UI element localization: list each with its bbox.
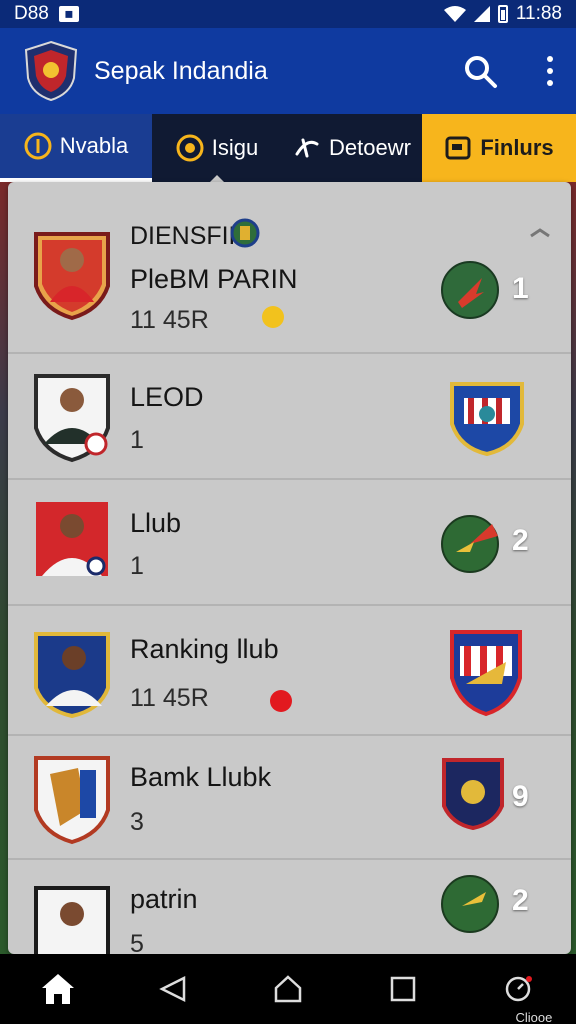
player-avatar-icon	[34, 232, 110, 321]
player-stat: 3	[130, 808, 144, 836]
player-name: LEOD	[130, 382, 204, 412]
chevron-down-icon[interactable]	[529, 226, 551, 240]
recents-button[interactable]	[383, 969, 423, 1009]
nav-label: Cliooe	[515, 1010, 553, 1024]
rank-number: 2	[512, 524, 529, 557]
player-avatar-icon	[34, 374, 110, 463]
tab-nvabla[interactable]: Nvabla	[0, 114, 152, 182]
player-avatar-icon	[36, 502, 108, 576]
player-name: patrin	[130, 884, 198, 914]
tab-icon-isigu	[176, 134, 204, 162]
player-stat: 1	[130, 426, 144, 454]
tab-icon-nvabla	[24, 132, 52, 160]
home-nav-button[interactable]	[268, 969, 308, 1009]
list-item[interactable]: Llub 1 2	[8, 480, 571, 606]
club-badge-icon	[441, 875, 499, 933]
club-badge-icon	[441, 515, 499, 573]
app-bar: Sepak Indandia	[0, 28, 576, 114]
recents-icon	[390, 976, 416, 1002]
tab-finlurs[interactable]: Finlurs	[422, 114, 576, 182]
club-logo-icon	[24, 40, 78, 102]
list-item[interactable]: DIENSFIR PleBM PARIN 11 45R 1	[8, 182, 571, 354]
club-badge-icon	[442, 758, 504, 831]
more-options-icon[interactable]	[546, 56, 554, 86]
list-item[interactable]: patrin 5 2	[8, 860, 571, 954]
notification-icon: ◼	[58, 6, 79, 22]
list-item[interactable]: LEOD 1	[8, 354, 571, 480]
back-button[interactable]	[153, 969, 193, 1009]
clock-button[interactable]: Cliooe	[498, 969, 552, 1024]
search-icon[interactable]	[462, 53, 498, 89]
tab-label: Nvabla	[59, 133, 129, 158]
status-dot-icon	[270, 690, 292, 712]
player-stat: 5	[130, 930, 144, 954]
player-avatar-icon	[34, 632, 110, 719]
list-item[interactable]: Bamk Llubk 3 9	[8, 736, 571, 860]
tab-icon-finlurs	[445, 136, 471, 160]
status-time-right: 11:88	[515, 3, 562, 24]
tab-icon-detoewr	[295, 138, 319, 158]
player-name: PleBM PARIN	[130, 264, 298, 294]
wifi-icon	[443, 6, 466, 22]
tab-label: Finlurs	[480, 135, 554, 160]
tab-bar: Nvabla Isigu Detoewr Finlurs	[0, 114, 576, 182]
tab-detoewr[interactable]: Detoewr	[282, 114, 422, 182]
player-name: Llub	[130, 508, 182, 538]
navigation-bar: Cliooe	[0, 954, 576, 1024]
club-badge-icon	[450, 382, 524, 457]
club-badge-icon	[450, 630, 522, 717]
back-icon	[158, 975, 186, 1003]
player-name: Ranking llub	[130, 634, 279, 664]
player-stat: 1	[130, 552, 144, 580]
home-outline-icon	[274, 975, 302, 1003]
tab-label: Detoewr	[329, 135, 411, 160]
tab-label: Isigu	[211, 135, 259, 160]
club-badge-icon	[230, 218, 260, 248]
signal-icon	[473, 6, 490, 22]
player-avatar-icon	[34, 886, 110, 954]
coin-icon	[262, 306, 284, 328]
status-time-left: D88	[14, 3, 49, 24]
rank-number: 9	[512, 780, 529, 813]
tab-isigu[interactable]: Isigu	[152, 114, 282, 182]
rank-number: 1	[512, 272, 529, 305]
player-stat: 11 45R	[130, 684, 209, 712]
clock-icon	[506, 976, 533, 1002]
status-bar: D88 ◼ 11:88	[0, 0, 576, 28]
home-icon	[41, 974, 74, 1004]
ranking-list: DIENSFIR PleBM PARIN 11 45R 1 LEOD 1 Llu…	[8, 182, 571, 954]
battery-icon	[497, 5, 508, 23]
home-button[interactable]	[38, 969, 78, 1009]
player-avatar-icon	[34, 756, 110, 845]
rank-number: 2	[512, 884, 529, 917]
player-name: Bamk Llubk	[130, 762, 272, 792]
list-item[interactable]: Ranking llub 11 45R	[8, 606, 571, 736]
player-stat: 11 45R	[130, 306, 209, 334]
app-title: Sepak Indandia	[94, 56, 268, 85]
club-badge-icon	[441, 261, 499, 319]
